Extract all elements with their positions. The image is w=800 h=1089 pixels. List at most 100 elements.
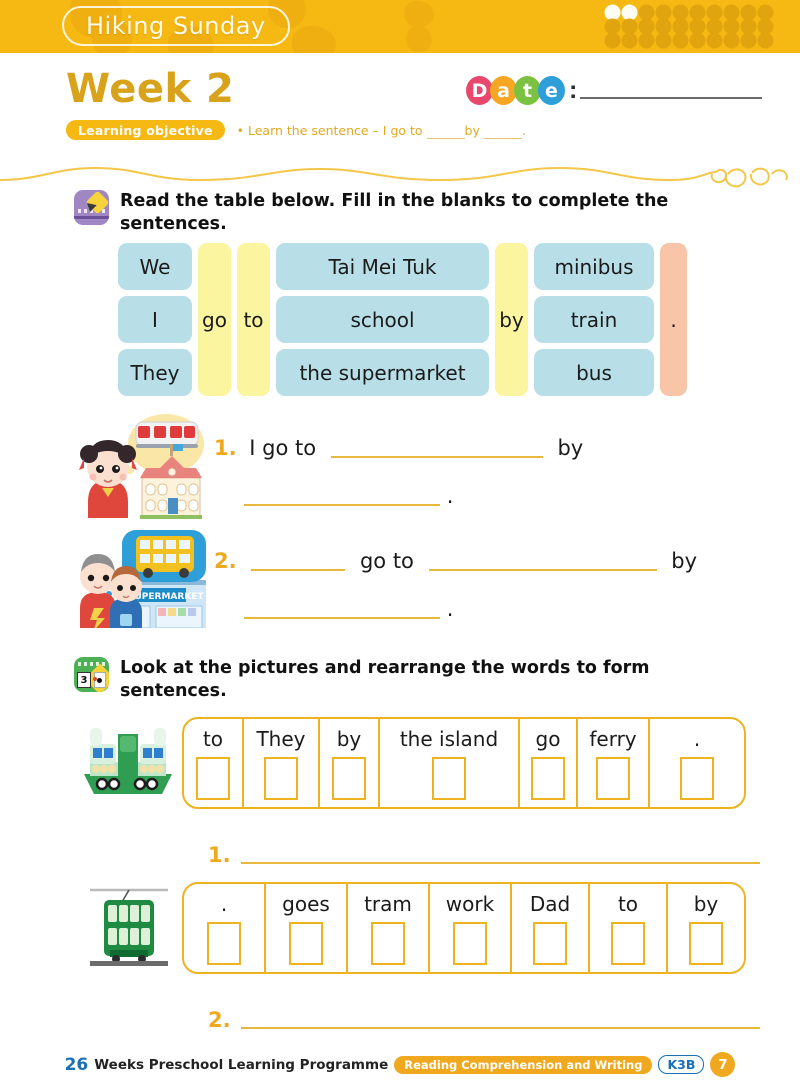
banner-dot xyxy=(674,6,687,19)
word-slot[interactable]: by xyxy=(320,719,380,807)
fill-blank-2-input-3[interactable] xyxy=(244,617,440,619)
word-slot[interactable]: ferry xyxy=(578,719,650,807)
fill-blank-1-text-b: by xyxy=(557,436,584,460)
answer-square[interactable] xyxy=(680,757,714,800)
date-letter-a: a xyxy=(490,76,517,105)
table-cell[interactable]: I xyxy=(118,296,192,343)
word-label: by xyxy=(336,726,362,751)
banner-dot xyxy=(742,34,755,47)
fill-blank-1-input-1[interactable] xyxy=(330,456,543,458)
table-cell-period[interactable]: . xyxy=(660,243,687,396)
date-input-line[interactable] xyxy=(580,96,763,99)
table-cell[interactable]: train xyxy=(534,296,654,343)
theme-title-text: Hiking Sunday xyxy=(86,12,266,40)
answer-square[interactable] xyxy=(689,922,723,965)
wavy-divider xyxy=(0,166,788,188)
answer-square[interactable] xyxy=(207,922,241,965)
word-label: go xyxy=(535,726,561,751)
banner-dot xyxy=(725,20,738,33)
banner-dot xyxy=(640,34,653,47)
word-slot[interactable]: by xyxy=(668,884,744,972)
learning-objective-badge: Learning objective xyxy=(66,120,225,140)
rearrange-answer-input-1[interactable] xyxy=(240,862,760,864)
answer-square[interactable] xyxy=(453,922,487,965)
table-cell[interactable]: school xyxy=(276,296,489,343)
word-label: work xyxy=(445,891,495,916)
fill-blank-1-input-2[interactable] xyxy=(244,504,440,506)
word-label: . xyxy=(220,891,228,916)
rearrange-wordbar-1: to They by the island go ferry . xyxy=(182,717,746,809)
table-cell[interactable]: minibus xyxy=(534,243,654,290)
banner-dot xyxy=(759,20,772,33)
fill-blank-2-input-2[interactable] xyxy=(428,569,657,571)
boys-bus-supermarket-icon: SUPERMARKET xyxy=(80,530,206,628)
banner-blob-6 xyxy=(404,1,434,27)
date-field-group: D a t e : xyxy=(466,76,763,105)
banner-dot xyxy=(657,34,670,47)
banner-dot xyxy=(657,20,670,33)
banner-dot xyxy=(742,6,755,19)
answer-square[interactable] xyxy=(264,757,298,800)
fill-blank-2-text-b: by xyxy=(671,549,698,573)
table-cell[interactable]: We xyxy=(118,243,192,290)
fill-blank-item-2-line2: . xyxy=(244,597,453,621)
rearrange-answer-input-2[interactable] xyxy=(240,1027,760,1029)
word-slot[interactable]: . xyxy=(184,884,266,972)
tram-icon xyxy=(90,888,168,966)
fill-blank-number-1: 1. xyxy=(214,436,237,460)
answer-square[interactable] xyxy=(196,757,230,800)
answer-square[interactable] xyxy=(611,922,645,965)
date-letter-e: e xyxy=(538,76,565,105)
lo-text-before: Learn the sentence – I go to xyxy=(247,122,423,138)
footer-subject-badge: Reading Comprehension and Writing xyxy=(394,1055,653,1074)
word-slot[interactable]: tram xyxy=(348,884,430,972)
banner-dot xyxy=(657,6,670,19)
fill-blank-2-input-1[interactable] xyxy=(251,569,346,571)
header-banner: Hiking Sunday xyxy=(0,0,800,53)
word-slot[interactable]: go xyxy=(520,719,578,807)
fill-blank-item-2: 2. go to by xyxy=(214,549,697,573)
learning-objective-text: • Learn the sentence – I go to by . xyxy=(237,122,526,139)
word-slot[interactable]: to xyxy=(590,884,668,972)
lo-blank-2 xyxy=(483,122,522,139)
word-label: by xyxy=(693,891,719,916)
answer-square[interactable] xyxy=(596,757,630,800)
page-title: Week 2 xyxy=(66,66,235,112)
word-slot[interactable]: . xyxy=(650,719,744,807)
table-cell[interactable]: Tai Mei Tuk xyxy=(276,243,489,290)
ferry-icon xyxy=(84,728,172,794)
fill-blank-number-2: 2. xyxy=(214,549,237,573)
pencil-icon xyxy=(74,190,109,225)
page-number-badge: 7 xyxy=(710,1052,736,1077)
answer-square[interactable] xyxy=(533,922,567,965)
banner-dot xyxy=(691,6,704,19)
table-cell[interactable]: bus xyxy=(534,349,654,396)
table-cell-go[interactable]: go xyxy=(198,243,231,396)
answer-square[interactable] xyxy=(371,922,405,965)
word-slot[interactable]: They xyxy=(244,719,320,807)
word-slot[interactable]: the island xyxy=(380,719,520,807)
table-cell-by[interactable]: by xyxy=(495,243,528,396)
banner-dot xyxy=(674,20,687,33)
answer-square[interactable] xyxy=(531,757,565,800)
table-cell-to[interactable]: to xyxy=(237,243,270,396)
banner-dot xyxy=(623,20,636,33)
sentence-table: We I They go to Tai Mei Tuk school the s… xyxy=(118,243,687,396)
word-slot[interactable]: to xyxy=(184,719,244,807)
word-slot[interactable]: Dad xyxy=(512,884,590,972)
answer-square[interactable] xyxy=(332,757,366,800)
banner-blob-7 xyxy=(406,26,432,52)
page-footer: 26 Weeks Preschool Learning Programme Re… xyxy=(0,1052,800,1077)
answer-square[interactable] xyxy=(432,757,466,800)
answer-square[interactable] xyxy=(289,922,323,965)
word-slot[interactable]: work xyxy=(430,884,512,972)
table-cell[interactable]: the supermarket xyxy=(276,349,489,396)
fill-blank-1-period: . xyxy=(446,484,454,508)
table-cell[interactable]: They xyxy=(118,349,192,396)
section-2-header: 3 Look at the pictures and rearrange the… xyxy=(74,657,720,703)
banner-dot xyxy=(640,6,653,19)
word-slot[interactable]: goes xyxy=(266,884,348,972)
lo-blank-1 xyxy=(426,122,465,139)
footer-level-badge: K3B xyxy=(658,1055,705,1074)
word-label: the island xyxy=(399,726,499,751)
